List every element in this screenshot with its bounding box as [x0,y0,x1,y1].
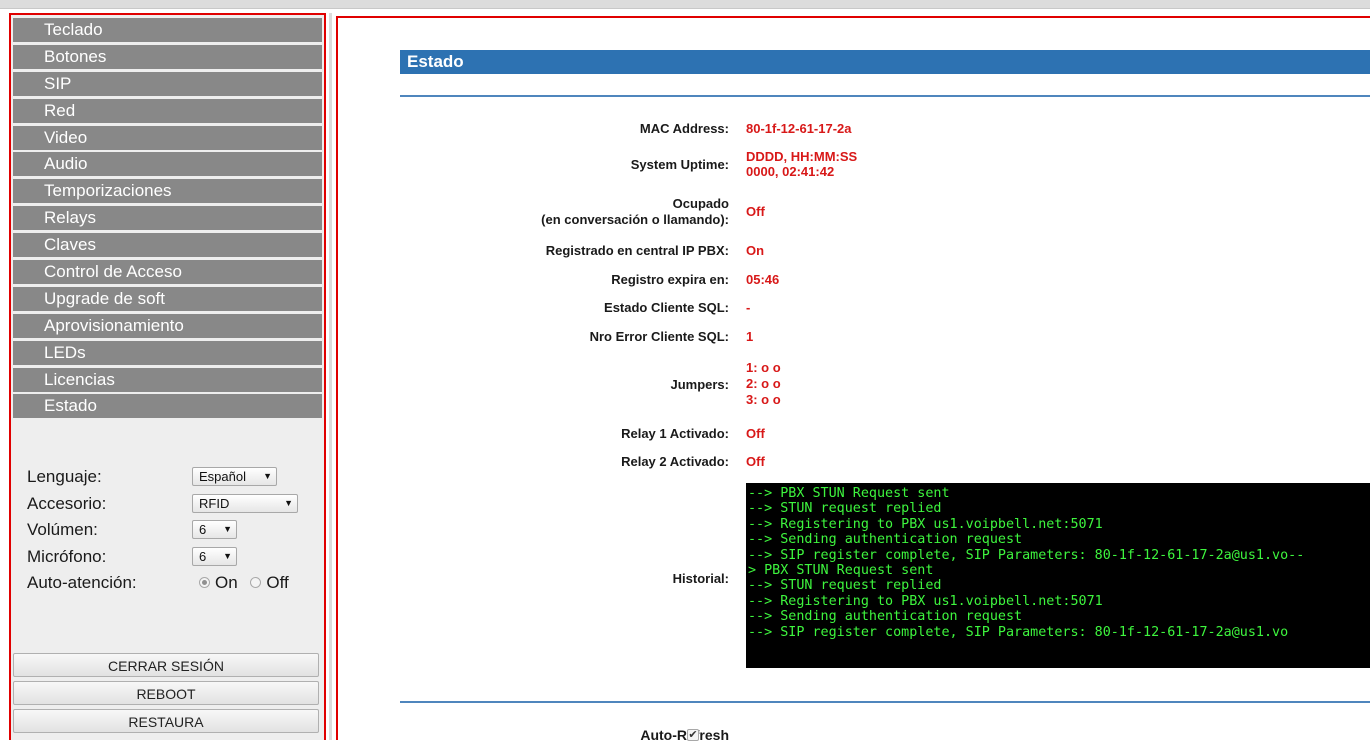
browser-top-strip [0,0,1370,9]
accessory-select[interactable]: RFID ▼ [192,493,298,513]
volume-select[interactable]: 6 ▼ [192,520,237,539]
sidebar-item-licencias[interactable]: Licencias [13,367,322,392]
sql-state-value: - [746,300,751,315]
expires-label: Registro expira en: [611,272,729,287]
mac-label: MAC Address: [639,121,729,136]
auto-refresh-label: Auto-Refresh [640,727,729,743]
sql-state-label: Estado Cliente SQL: [604,300,729,315]
registered-value: On [746,243,765,258]
sidebar-actions: CERRAR SESIÓN REBOOT RESTAURA [13,653,322,737]
busy-label-line2: (en conversación o llamando): [541,212,729,227]
registered-label: Registrado en central IP PBX: [545,243,729,258]
sidebar-item-control-de-acceso[interactable]: Control de Acceso [13,260,322,285]
history-log[interactable]: --> PBX STUN Request sent --> STUN reque… [746,483,1370,668]
chevron-down-icon: ▼ [223,550,232,561]
logout-button[interactable]: CERRAR SESIÓN [13,653,319,677]
jumper-2: 2: o o [746,376,781,391]
microphone-select-value: 6 [199,548,207,564]
sidebar-item-relays[interactable]: Relays [13,206,322,231]
status-panel: Estado MAC Address: 80-1f-12-61-17-2a Sy… [336,16,1370,743]
expires-value: 05:46 [746,272,780,287]
microphone-select[interactable]: 6 ▼ [192,546,237,566]
page-title: Estado [400,50,1370,74]
sidebar-item-upgrade-de-soft[interactable]: Upgrade de soft [13,286,322,311]
mac-value: 80-1f-12-61-17-2a [746,121,852,136]
microphone-label: Micrófono: [27,546,107,566]
auto-answer-label: Auto-atención: [27,573,137,592]
sidebar-item-estado[interactable]: Estado [13,394,322,419]
jumpers-label: Jumpers: [670,377,729,392]
jumper-1: 1: o o [746,360,781,375]
sidebar-item-leds[interactable]: LEDs [13,340,322,365]
microphone-row: Micrófono: 6 ▼ [27,545,327,572]
auto-answer-radio-group: On Off [199,573,289,593]
sidebar-item-sip[interactable]: SIP [13,71,322,96]
auto-answer-row: Auto-atención: On Off [27,571,327,598]
quick-settings: Lenguaje: Español ▼ Accesorio: RFID ▼ Vo… [27,465,327,598]
auto-refresh-checkbox[interactable]: ✔ [687,729,699,741]
relay1-label: Relay 1 Activado: [621,426,729,441]
sidebar-item-temporizaciones[interactable]: Temporizaciones [13,179,322,204]
sidebar-item-botones[interactable]: Botones [13,44,322,69]
language-label: Lenguaje: [27,467,102,486]
sidebar-item-claves[interactable]: Claves [13,233,322,258]
sidebar-item-audio[interactable]: Audio [13,152,322,177]
accessory-select-value: RFID [199,495,230,511]
sql-error-value: 1 [746,329,754,344]
accessory-row: Accesorio: RFID ▼ [27,492,327,519]
panel-divider [329,13,332,740]
section-divider [400,95,1370,97]
uptime-value: 0000, 02:41:42 [746,164,835,179]
relay2-label: Relay 2 Activado: [621,454,729,469]
sql-error-label: Nro Error Cliente SQL: [589,329,729,344]
auto-answer-on-label: On [215,573,238,592]
sidebar: Teclado Botones SIP Red Video Audio Temp… [9,13,326,740]
chevron-down-icon: ▼ [263,471,272,481]
auto-answer-off-label: Off [266,573,289,592]
busy-label-line1: Ocupado [672,196,729,211]
language-select-value: Español [199,469,246,484]
sidebar-item-video[interactable]: Video [13,125,322,150]
volume-label: Volúmen: [27,520,98,539]
section-divider-bottom [400,701,1370,703]
checkmark-icon: ✔ [688,729,698,741]
jumper-3: 3: o o [746,392,781,407]
sidebar-item-teclado[interactable]: Teclado [13,18,322,42]
auto-answer-off-radio[interactable] [250,577,262,588]
auto-answer-on-radio[interactable] [199,577,210,588]
sidebar-item-red[interactable]: Red [13,98,322,123]
uptime-format: DDDD, HH:MM:SS [746,149,858,164]
relay1-value: Off [746,426,765,441]
language-row: Lenguaje: Español ▼ [27,465,327,492]
volume-select-value: 6 [199,522,207,537]
sidebar-item-aprovisionamiento[interactable]: Aprovisionamiento [13,313,322,338]
uptime-label: System Uptime: [630,157,729,172]
history-label: Historial: [672,571,729,586]
volume-row: Volúmen: 6 ▼ [27,518,327,545]
busy-value: Off [746,204,765,219]
sidebar-nav: Teclado Botones SIP Red Video Audio Temp… [13,18,322,421]
relay2-value: Off [746,454,765,469]
language-select[interactable]: Español ▼ [192,467,277,486]
restore-button[interactable]: RESTAURA [13,709,319,733]
chevron-down-icon: ▼ [223,524,232,534]
chevron-down-icon: ▼ [284,497,293,508]
reboot-button[interactable]: REBOOT [13,681,319,705]
accessory-label: Accesorio: [27,493,107,513]
